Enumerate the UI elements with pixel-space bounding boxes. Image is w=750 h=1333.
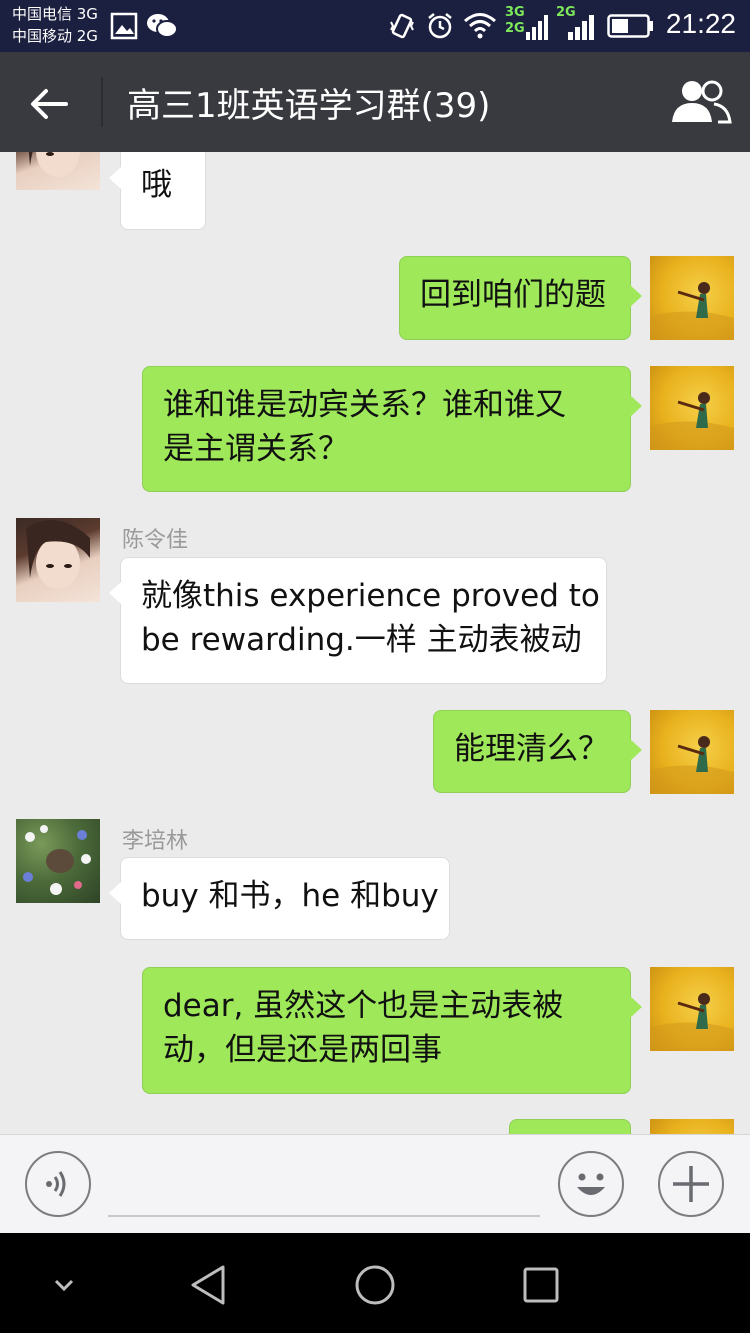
message-line: 就像this experience proved to (141, 578, 600, 614)
clock: 21:22 (665, 8, 736, 39)
message-bubble[interactable]: dear, 虽然这个也是主动表被 动，但是还是两回事 (142, 967, 642, 1094)
sender-name: 李培林 (122, 829, 189, 854)
system-nav-bar (0, 1233, 750, 1333)
alarm-icon (428, 13, 452, 39)
input-bar (0, 1134, 750, 1233)
emoji-button[interactable] (558, 1151, 624, 1217)
message-bubble[interactable]: 哦 (109, 152, 206, 230)
emoji-icon (577, 1173, 605, 1195)
message-line: be rewarding.一样 主动表被动 (141, 622, 582, 658)
avatar[interactable] (650, 967, 734, 1051)
battery-icon (607, 14, 653, 38)
message-list[interactable]: 哦 回到咱们的题 谁和谁是动宾关系？谁和谁又 是主谓关系？ 陈令佳 就像this… (0, 152, 750, 1134)
voice-input-icon (46, 1171, 66, 1197)
message-bubble[interactable]: 能理清么？ (433, 710, 642, 793)
group-members-icon[interactable] (670, 78, 732, 126)
chat-title: 高三1班英语学习群(39) (127, 86, 491, 126)
carrier-1: 中国电信 3G (12, 5, 98, 23)
message-bubble[interactable]: 回到咱们的题 (399, 256, 642, 340)
avatar[interactable] (16, 819, 100, 903)
message-bubble[interactable]: 就像this experience proved to be rewarding… (109, 557, 607, 684)
wechat-notification-icon (147, 14, 178, 38)
vibrate-icon (390, 13, 414, 39)
message-line: 谁和谁是动宾关系？谁和谁又 (163, 387, 566, 423)
voice-input-button[interactable] (25, 1151, 91, 1217)
more-options-button[interactable] (658, 1151, 724, 1217)
image-notification-icon (110, 12, 138, 40)
signal-2-icon (568, 15, 594, 40)
message-bubble[interactable]: 谁和谁是动宾关系？谁和谁又 是主谓关系？ (142, 366, 642, 492)
carrier-info: 中国电信 3G 中国移动 2G (12, 3, 98, 47)
avatar-portrait-icon (26, 520, 90, 589)
avatar[interactable] (650, 710, 734, 794)
signal-1-icon (526, 15, 548, 40)
wifi-icon (464, 13, 496, 39)
message-input[interactable] (108, 1149, 540, 1217)
status-bar: 中国电信 3G 中国移动 2G 3G 2G 2G 21:22 (0, 0, 750, 52)
avatar-portrait-icon (28, 152, 80, 177)
message-line: 是主谓关系？ (163, 431, 349, 467)
title-divider (101, 77, 103, 127)
avatar-violinist-icon (650, 993, 734, 1051)
plus-icon (673, 1166, 709, 1202)
avatar-violinist-icon (650, 282, 734, 340)
avatar[interactable] (650, 256, 734, 340)
avatar-violinist-icon (650, 392, 734, 450)
message-line: dear, 虽然这个也是主动表被 (163, 988, 564, 1024)
avatar[interactable] (16, 518, 100, 602)
message-bubble[interactable]: buy 和书，he 和buy (109, 857, 450, 940)
message-line: 动，但是还是两回事 (163, 1032, 442, 1068)
back-arrow-icon[interactable] (28, 82, 72, 126)
avatar[interactable] (650, 366, 734, 450)
sender-name: 陈令佳 (122, 528, 189, 553)
message-bubble-partial[interactable] (509, 1119, 631, 1134)
avatar-flowers-icon (23, 825, 91, 895)
carrier-2: 中国移动 2G (12, 27, 98, 45)
nav-recents-icon[interactable] (519, 1263, 563, 1307)
avatar-violinist-icon (650, 736, 734, 794)
nav-home-icon[interactable] (353, 1263, 397, 1307)
title-bar: 高三1班英语学习群(39) (0, 52, 750, 152)
avatar[interactable] (650, 1119, 734, 1134)
nav-back-icon[interactable] (187, 1263, 231, 1307)
avatar[interactable] (16, 152, 100, 190)
hide-keyboard-icon[interactable] (42, 1263, 86, 1307)
network-1-label: 3G 2G (505, 5, 525, 36)
